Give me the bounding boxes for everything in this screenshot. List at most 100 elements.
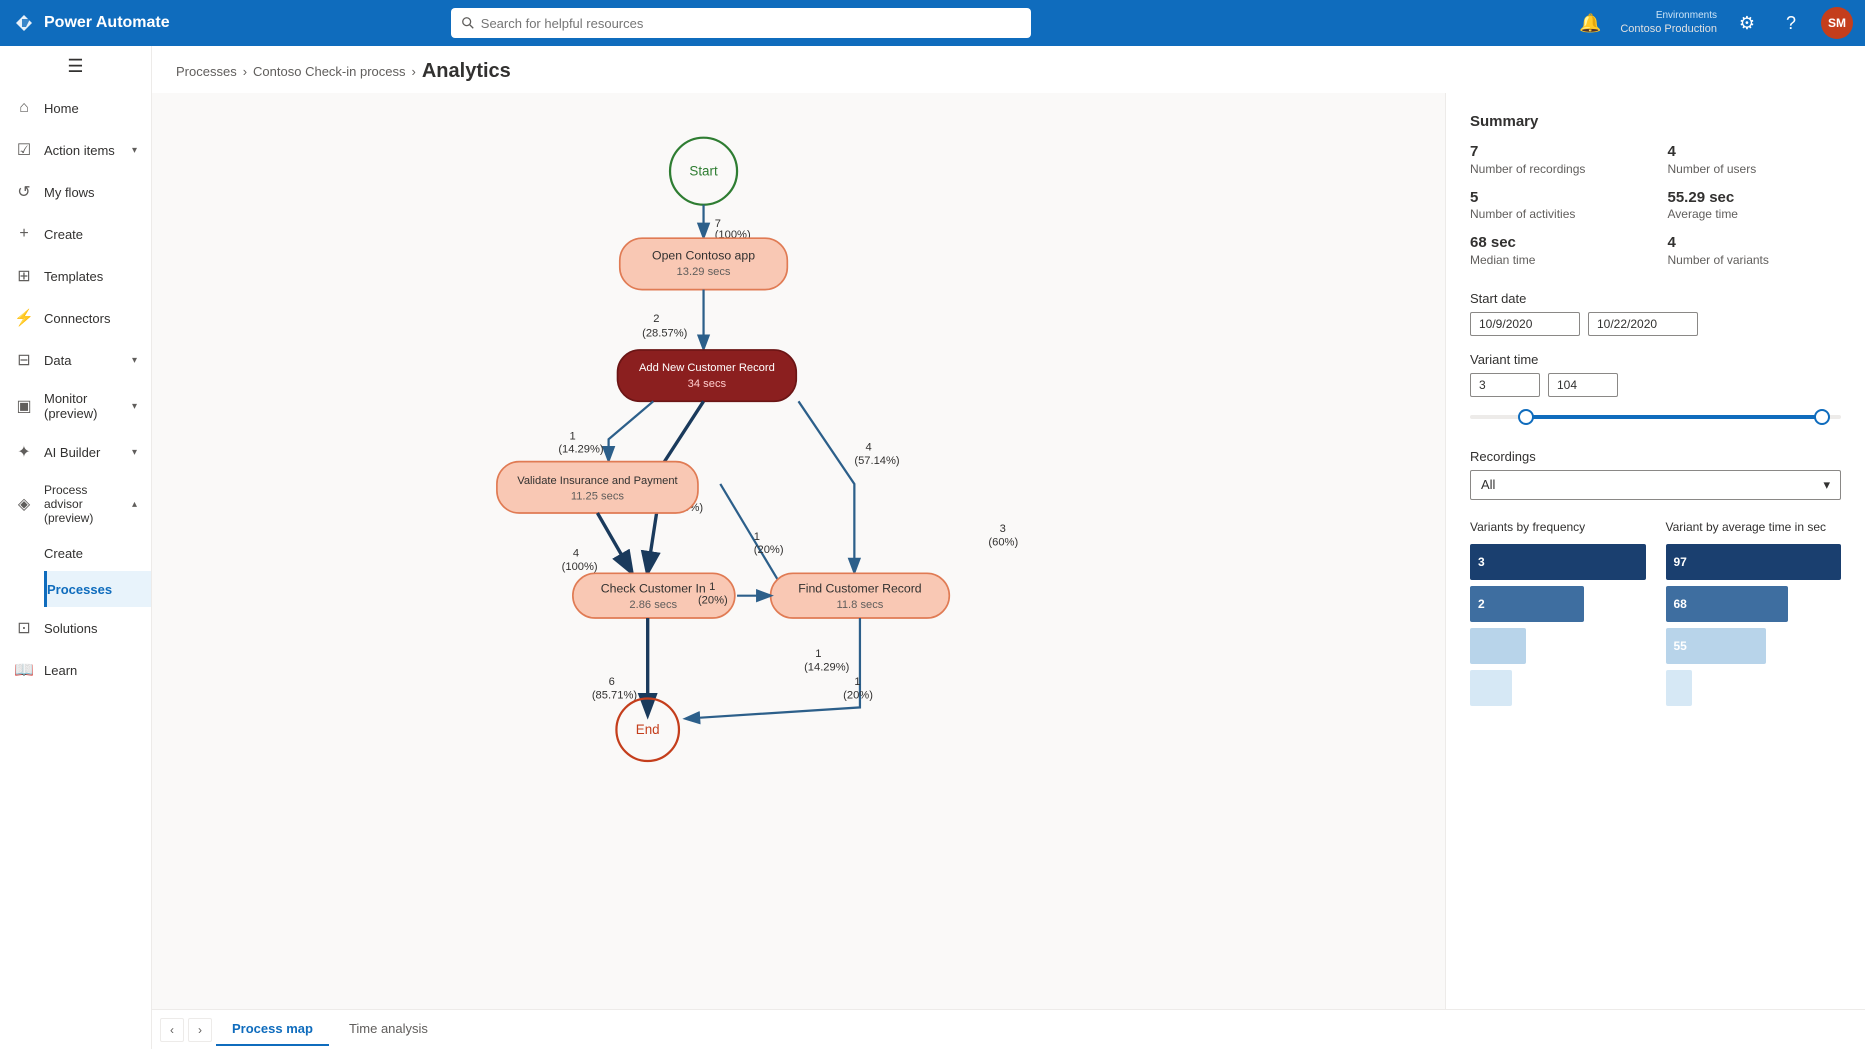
edge-validate-check	[597, 513, 631, 571]
summary-activities-value: 5 Number of activities	[1470, 188, 1644, 230]
slider-thumb-left[interactable]	[1518, 409, 1534, 425]
open-app-label: Open Contoso app	[652, 248, 755, 262]
variant-time-slider[interactable]	[1470, 405, 1841, 429]
sidebar-item-create-sub[interactable]: Create	[44, 535, 151, 571]
time-bar-3: 55	[1666, 628, 1766, 664]
avg-time-bars: 97 68 55	[1666, 544, 1842, 706]
bar-row: 97	[1666, 544, 1842, 580]
sidebar-item-action-items[interactable]: ☑ Action items ▾	[0, 129, 151, 171]
avg-time-label: Average time	[1668, 207, 1842, 221]
time-bar-1: 97	[1666, 544, 1842, 580]
bar-row: 55	[1666, 628, 1842, 664]
slider-fill	[1526, 415, 1823, 419]
variant-max-input[interactable]	[1548, 373, 1618, 397]
svg-text:1: 1	[754, 531, 760, 543]
slider-track	[1470, 415, 1841, 419]
search-bar[interactable]	[451, 8, 1031, 38]
sidebar-item-templates[interactable]: ⊞ Templates	[0, 255, 151, 297]
sidebar-item-connectors[interactable]: ⚡ Connectors	[0, 297, 151, 339]
date-from-input[interactable]	[1470, 312, 1580, 336]
content-area: Start 7 (100%) Open Contoso app 13.29 se…	[152, 93, 1865, 1009]
sidebar-item-label: Solutions	[44, 621, 137, 636]
right-panel: Summary 7 Number of recordings 4 Number …	[1445, 93, 1865, 1009]
activities-label: Number of activities	[1470, 207, 1644, 221]
sidebar-item-home[interactable]: ⌂ Home	[0, 87, 151, 129]
svg-text:(14.29%): (14.29%)	[804, 662, 850, 674]
settings-icon[interactable]: ⚙	[1733, 9, 1761, 37]
recordings-label: Number of recordings	[1470, 162, 1644, 176]
sidebar-item-monitor[interactable]: ▣ Monitor (preview) ▾	[0, 381, 151, 431]
topbar-right: 🔔 Environments Contoso Production ⚙ ? SM	[1576, 7, 1853, 39]
chevron-down-icon: ▾	[132, 401, 137, 412]
chevron-down-icon: ▾	[132, 447, 137, 458]
sidebar-item-solutions[interactable]: ⊡ Solutions	[0, 607, 151, 649]
avg-time: 55.29 sec	[1668, 188, 1842, 208]
sidebar-item-data[interactable]: ⊟ Data ▾	[0, 339, 151, 381]
breadcrumb-separator: ›	[243, 64, 247, 79]
sidebar-item-label: AI Builder	[44, 445, 122, 460]
sidebar-item-learn[interactable]: 📖 Learn	[0, 649, 151, 691]
svg-text:(100%): (100%)	[562, 561, 598, 573]
breadcrumb-separator: ›	[412, 64, 416, 79]
tab-time-analysis[interactable]: Time analysis	[333, 1013, 444, 1046]
sidebar-item-ai-builder[interactable]: ✦ AI Builder ▾	[0, 431, 151, 473]
sidebar-item-processes[interactable]: Processes	[44, 571, 151, 607]
avatar[interactable]: SM	[1821, 7, 1853, 39]
svg-text:11.8 secs: 11.8 secs	[836, 599, 883, 611]
start-label: Start	[689, 164, 718, 179]
app-logo[interactable]: Power Automate	[12, 11, 172, 35]
tab-process-map-label: Process map	[232, 1021, 313, 1036]
data-icon: ⊟	[14, 350, 34, 370]
freq-bar-2: 2	[1470, 586, 1584, 622]
svg-text:13.29 secs: 13.29 secs	[677, 266, 731, 278]
variant-time-label: Variant time	[1470, 352, 1841, 367]
svg-text:3: 3	[1000, 523, 1006, 535]
variants-count: 4	[1668, 233, 1842, 253]
templates-icon: ⊞	[14, 266, 34, 286]
sidebar-item-process-advisor[interactable]: ◈ Process advisor (preview) ▴	[0, 473, 151, 535]
notification-icon[interactable]: 🔔	[1576, 9, 1604, 37]
help-icon[interactable]: ?	[1777, 9, 1805, 37]
sidebar-item-create[interactable]: + Create	[0, 213, 151, 255]
chevron-down-icon: ▾	[132, 355, 137, 366]
breadcrumb-processes[interactable]: Processes	[176, 64, 237, 79]
summary-title: Summary	[1470, 113, 1841, 130]
search-input[interactable]	[481, 16, 1021, 31]
sidebar-item-my-flows[interactable]: ↺ My flows	[0, 171, 151, 213]
tab-process-map[interactable]: Process map	[216, 1013, 329, 1046]
variant-min-input[interactable]	[1470, 373, 1540, 397]
variant-time-inputs	[1470, 373, 1841, 397]
sidebar-item-label: Data	[44, 353, 122, 368]
sidebar-item-label: Create	[44, 227, 137, 242]
svg-text:(14.29%): (14.29%)	[558, 444, 604, 456]
validate-node	[497, 462, 698, 513]
chevron-down-icon: ▾	[132, 145, 137, 156]
solutions-icon: ⊡	[14, 618, 34, 638]
sidebar-item-label: Templates	[44, 269, 137, 284]
svg-text:4: 4	[573, 548, 579, 560]
tab-prev-button[interactable]: ‹	[160, 1018, 184, 1042]
svg-text:(85.71%): (85.71%)	[592, 689, 638, 701]
summary-median-value: 68 sec Median time	[1470, 233, 1644, 275]
freq-bar-1: 3	[1470, 544, 1646, 580]
power-automate-icon	[12, 11, 36, 35]
end-label: End	[636, 722, 660, 737]
freq-bar-3	[1470, 628, 1526, 664]
median-time-label: Median time	[1470, 253, 1644, 267]
process-map[interactable]: Start 7 (100%) Open Contoso app 13.29 se…	[152, 93, 1445, 1009]
svg-text:2.86 secs: 2.86 secs	[629, 599, 677, 611]
summary-grid: 7 Number of recordings 4 Number of users…	[1470, 142, 1841, 275]
activities-count: 5	[1470, 188, 1644, 208]
breadcrumb-process-name[interactable]: Contoso Check-in process	[253, 64, 405, 79]
recordings-dropdown[interactable]: All ▾	[1470, 470, 1841, 500]
sidebar-collapse-button[interactable]: ☰	[0, 46, 151, 87]
recordings-count: 7	[1470, 142, 1644, 162]
tab-next-button[interactable]: ›	[188, 1018, 212, 1042]
slider-thumb-right[interactable]	[1814, 409, 1830, 425]
svg-text:(60%): (60%)	[988, 536, 1018, 548]
users-label: Number of users	[1668, 162, 1842, 176]
svg-text:6: 6	[609, 676, 615, 688]
environment-selector[interactable]: Environments Contoso Production	[1620, 9, 1717, 36]
date-to-input[interactable]	[1588, 312, 1698, 336]
svg-text:11.25 secs: 11.25 secs	[571, 491, 625, 503]
